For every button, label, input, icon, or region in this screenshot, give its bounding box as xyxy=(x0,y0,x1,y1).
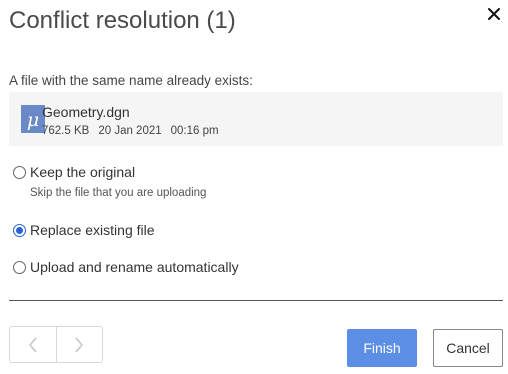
close-button[interactable] xyxy=(484,4,504,24)
file-meta: 762.5 KB 20 Jan 2021 00:16 pm xyxy=(42,125,228,137)
file-name: Geometry.dgn xyxy=(42,104,130,120)
keep-original-radio[interactable] xyxy=(13,165,26,179)
cancel-button[interactable]: Cancel xyxy=(433,329,503,367)
chevron-left-icon xyxy=(28,337,37,352)
svg-text:μ: μ xyxy=(27,109,39,131)
file-time: 00:16 pm xyxy=(170,125,219,137)
previous-button[interactable] xyxy=(10,327,56,362)
replace-existing-radio[interactable] xyxy=(13,223,26,237)
option-label: Upload and rename automatically xyxy=(30,259,239,275)
option-description: Skip the file that you are uploading xyxy=(30,187,207,199)
option-upload-rename[interactable]: Upload and rename automatically xyxy=(13,259,239,275)
option-keep-original[interactable]: Keep the original xyxy=(13,164,135,180)
option-label: Replace existing file xyxy=(30,222,155,238)
file-date: 20 Jan 2021 xyxy=(98,125,162,137)
conflict-message: A file with the same name already exists… xyxy=(9,73,253,88)
option-replace-existing[interactable]: Replace existing file xyxy=(13,222,155,238)
next-button[interactable] xyxy=(55,327,103,362)
chevron-right-icon xyxy=(75,337,84,352)
divider xyxy=(9,300,503,301)
conflict-navigation xyxy=(9,326,103,363)
file-size: 762.5 KB xyxy=(42,125,90,137)
finish-button[interactable]: Finish xyxy=(347,329,417,367)
option-label: Keep the original xyxy=(30,164,136,180)
close-icon xyxy=(488,8,500,20)
dialog-title: Conflict resolution (1) xyxy=(9,7,236,34)
upload-rename-radio[interactable] xyxy=(13,260,26,274)
existing-file-card: μ Geometry.dgn 762.5 KB 20 Jan 2021 00:16 … xyxy=(9,92,503,146)
